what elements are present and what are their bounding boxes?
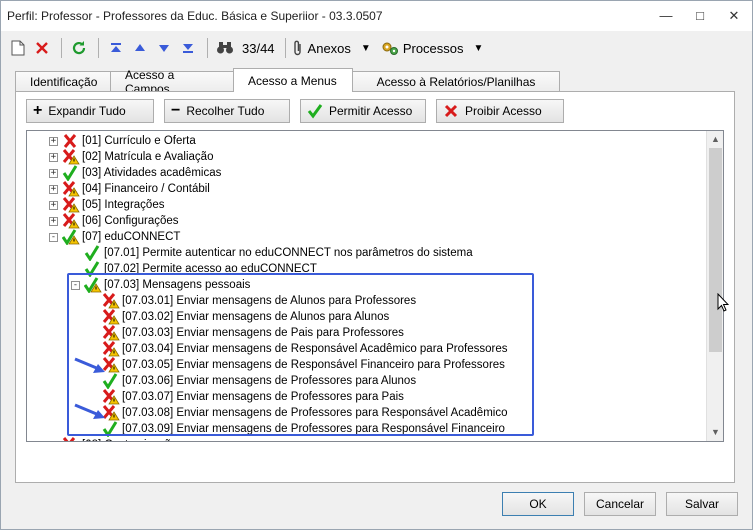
gears-icon bbox=[382, 42, 398, 55]
expand-node-icon[interactable]: + bbox=[49, 200, 58, 210]
caret-down-icon: ▼ bbox=[360, 42, 371, 54]
access-partial-warning-icon bbox=[62, 149, 80, 165]
annotation-arrow-icon bbox=[74, 403, 105, 419]
plus-icon: + bbox=[33, 102, 43, 119]
expand-node-icon[interactable]: + bbox=[49, 168, 58, 178]
tree-node-label: [02] Matrícula e Avaliação bbox=[82, 151, 214, 163]
refresh-icon[interactable] bbox=[68, 37, 90, 59]
tree-node[interactable]: + [04] Financeiro / Contábil bbox=[49, 181, 210, 197]
binoculars-icon[interactable] bbox=[214, 37, 236, 59]
next-record-icon[interactable] bbox=[153, 37, 175, 59]
window-title: Perfil: Professor - Professores da Educ.… bbox=[7, 9, 383, 23]
record-counter: 33/44 bbox=[242, 40, 275, 56]
ok-button[interactable]: OK bbox=[502, 492, 574, 516]
processos-menu[interactable]: Processos ▼ bbox=[381, 40, 484, 56]
deny-access-button[interactable]: Proibir Acesso bbox=[436, 99, 564, 123]
access-allowed-warning-icon bbox=[61, 229, 80, 246]
access-partial-warning-icon bbox=[62, 181, 80, 197]
collapse-all-button[interactable]: − Recolher Tudo bbox=[164, 99, 290, 123]
access-partial-warning-icon bbox=[62, 213, 80, 229]
save-button[interactable]: Salvar bbox=[666, 492, 738, 516]
expand-node-icon[interactable]: + bbox=[49, 136, 58, 146]
close-button[interactable]: ✕ bbox=[724, 7, 744, 25]
previous-record-icon[interactable] bbox=[129, 37, 151, 59]
collapse-node-icon[interactable]: - bbox=[49, 232, 58, 242]
tree-node-label: [06] Configurações bbox=[82, 215, 179, 227]
tree-node[interactable]: - [07] eduCONNECT bbox=[49, 229, 181, 246]
minimize-button[interactable]: — bbox=[656, 7, 676, 25]
access-allowed-icon bbox=[84, 245, 102, 262]
cross-icon bbox=[444, 104, 458, 118]
toolbar-separator bbox=[284, 38, 286, 58]
access-denied-icon bbox=[62, 133, 80, 149]
dialog-buttons: OK Cancelar Salvar bbox=[502, 492, 738, 516]
tree-node-label: [03] Atividades acadêmicas bbox=[82, 167, 222, 179]
tree-node[interactable]: + [08] Customização bbox=[49, 437, 177, 441]
toolbar-separator bbox=[207, 38, 208, 58]
tree-node[interactable]: + [01] Currículo e Oferta bbox=[49, 133, 196, 149]
menu-tree[interactable]: + [01] Currículo e Oferta + [02] Matrícula … bbox=[26, 130, 724, 442]
delete-icon[interactable] bbox=[31, 37, 53, 59]
tab-panel-menus: + Expandir Tudo − Recolher Tudo Permitir… bbox=[15, 91, 735, 483]
allow-access-button[interactable]: Permitir Acesso bbox=[300, 99, 426, 123]
tree-node-label: [01] Currículo e Oferta bbox=[82, 135, 196, 147]
tab-identificacao[interactable]: Identificação bbox=[15, 71, 111, 92]
tab-acesso-campos[interactable]: Acesso a Campos bbox=[110, 68, 234, 96]
new-document-icon[interactable] bbox=[7, 37, 29, 59]
scroll-thumb[interactable] bbox=[709, 148, 722, 352]
check-icon bbox=[307, 104, 323, 119]
deny-access-label: Proibir Acesso bbox=[465, 104, 542, 118]
minus-icon: − bbox=[171, 102, 181, 119]
title-bar: Perfil: Professor - Professores da Educ.… bbox=[1, 1, 752, 31]
expand-all-button[interactable]: + Expandir Tudo bbox=[26, 99, 154, 123]
last-record-icon[interactable] bbox=[177, 37, 199, 59]
scroll-down-icon[interactable]: ▼ bbox=[707, 424, 723, 441]
window-controls: — □ ✕ bbox=[656, 7, 744, 25]
tree-node-label: [07.01] Permite autenticar no eduCONNECT… bbox=[104, 247, 473, 259]
tab-acesso-relatorios[interactable]: Acesso à Relatórios/Planilhas bbox=[352, 71, 560, 92]
expand-all-label: Expandir Tudo bbox=[48, 104, 126, 118]
tree-node-label: [04] Financeiro / Contábil bbox=[82, 183, 210, 195]
tree-node[interactable]: + [05] Integrações bbox=[49, 197, 164, 213]
highlight-annotation bbox=[67, 273, 534, 436]
access-partial-warning-icon bbox=[62, 197, 80, 213]
toolbar-separator bbox=[98, 38, 99, 58]
action-bar: + Expandir Tudo − Recolher Tudo Permitir… bbox=[26, 99, 564, 123]
first-record-icon[interactable] bbox=[105, 37, 127, 59]
cancel-button[interactable]: Cancelar bbox=[584, 492, 656, 516]
tab-acesso-menus[interactable]: Acesso a Menus bbox=[233, 68, 353, 92]
collapse-all-label: Recolher Tudo bbox=[186, 104, 265, 118]
expand-node-icon[interactable]: + bbox=[49, 440, 58, 441]
tree-node[interactable]: + [06] Configurações bbox=[49, 213, 179, 229]
paperclip-icon bbox=[293, 40, 301, 56]
tree-node[interactable]: + [03] Atividades acadêmicas bbox=[49, 165, 222, 182]
mouse-cursor-icon bbox=[717, 293, 729, 312]
scroll-up-icon[interactable]: ▲ bbox=[707, 131, 723, 148]
expand-node-icon[interactable]: + bbox=[49, 216, 58, 226]
tree-node-label: [07] eduCONNECT bbox=[82, 231, 181, 243]
anexos-menu[interactable]: Anexos ▼ bbox=[292, 40, 371, 56]
vertical-scrollbar[interactable]: ▲ ▼ bbox=[706, 131, 723, 441]
access-allowed-icon bbox=[62, 165, 80, 182]
main-window: Perfil: Professor - Professores da Educ.… bbox=[0, 0, 753, 530]
anexos-label: Anexos bbox=[307, 40, 351, 56]
expand-node-icon[interactable]: + bbox=[49, 184, 58, 194]
tree-node[interactable]: + [02] Matrícula e Avaliação bbox=[49, 149, 213, 165]
processos-label: Processos bbox=[402, 40, 464, 56]
tree-node-label: [08] Customização bbox=[82, 439, 177, 441]
expand-node-icon[interactable]: + bbox=[49, 152, 58, 162]
caret-down-icon: ▼ bbox=[473, 42, 484, 54]
tab-strip: Identificação Acesso a Campos Acesso a M… bbox=[15, 68, 560, 96]
access-partial-warning-icon bbox=[62, 437, 80, 441]
allow-access-label: Permitir Acesso bbox=[329, 104, 413, 118]
tree-node-label: [05] Integrações bbox=[82, 199, 165, 211]
maximize-button[interactable]: □ bbox=[690, 7, 710, 25]
toolbar-separator bbox=[61, 38, 62, 58]
annotation-arrow-icon bbox=[74, 357, 105, 373]
toolbar: 33/44 Anexos ▼ Processos ▼ bbox=[7, 35, 747, 61]
tree-node[interactable]: [07.01] Permite autenticar no eduCONNECT… bbox=[71, 245, 473, 262]
